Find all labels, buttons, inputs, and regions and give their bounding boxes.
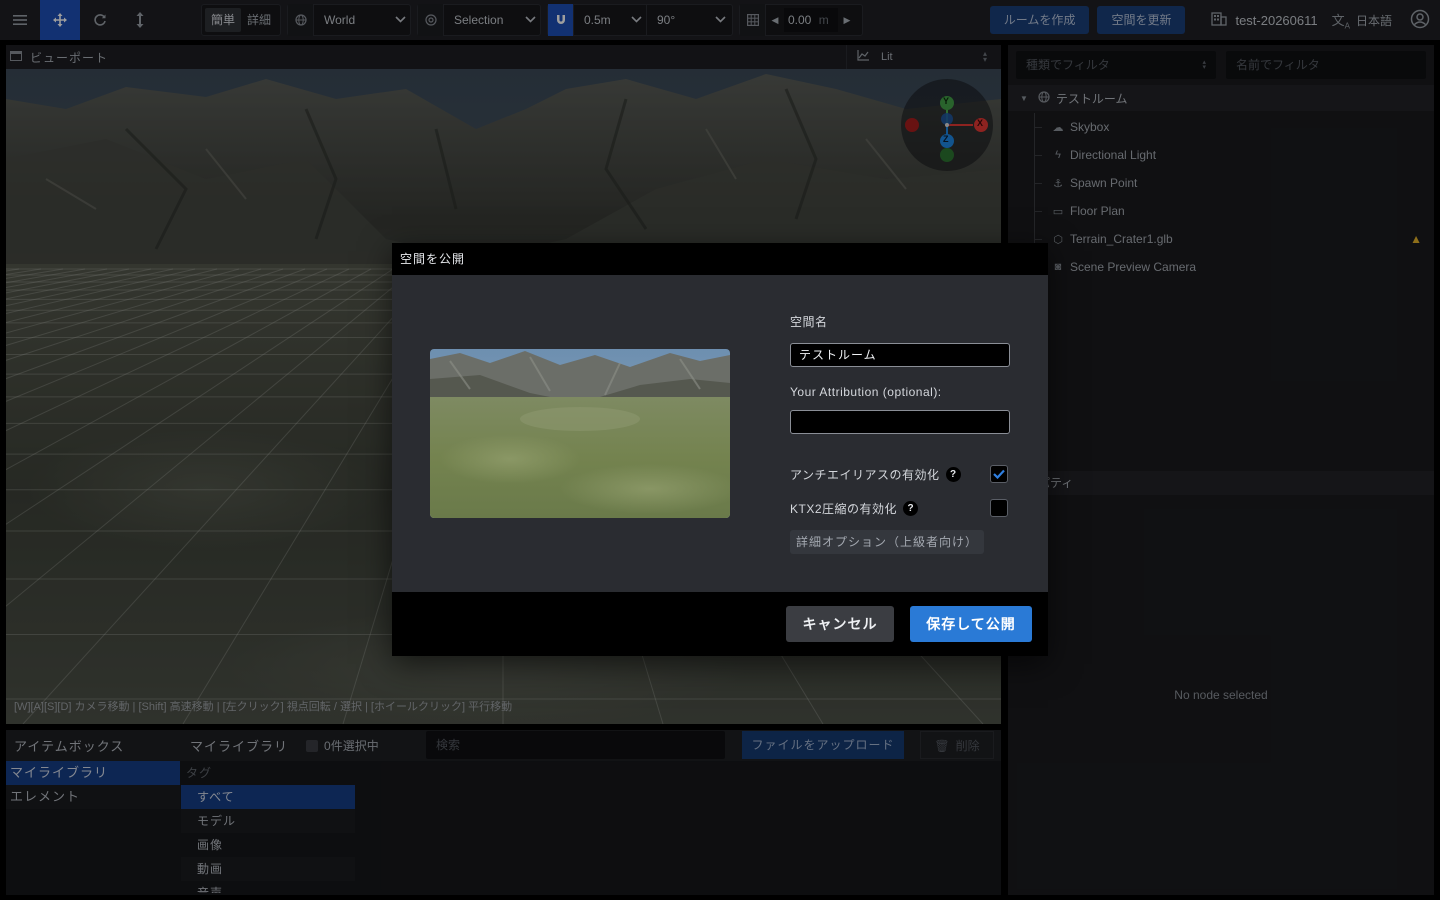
help-icon[interactable]: ?: [903, 500, 919, 516]
cancel-button[interactable]: キャンセル: [786, 606, 894, 642]
attribution-input[interactable]: [790, 410, 1010, 434]
advanced-row: 詳細オプション（上級者向け）: [790, 530, 1010, 554]
publish-form: 空間名 テストルーム Your Attribution (optional): …: [790, 313, 1010, 554]
antialias-label: アンチエイリアスの有効化: [790, 467, 940, 482]
dialog-footer: キャンセル 保存して公開: [392, 592, 1048, 656]
ktx2-label: KTX2圧縮の有効化: [790, 501, 898, 516]
ktx2-row: KTX2圧縮の有効化 ?: [790, 498, 1010, 518]
attribution-label: Your Attribution (optional):: [790, 385, 942, 399]
advanced-options-button[interactable]: 詳細オプション（上級者向け）: [790, 530, 985, 554]
antialias-checkbox[interactable]: [990, 465, 1008, 483]
checkmark-icon: [993, 469, 1005, 479]
dialog-title: 空間を公開: [392, 243, 1048, 275]
space-name-input[interactable]: テストルーム: [790, 343, 1010, 367]
ktx2-checkbox[interactable]: [990, 499, 1008, 517]
scene-preview-image: [430, 349, 730, 518]
publish-dialog: 空間を公開 空間名 テストルーム Your Attribution (optio…: [392, 243, 1048, 656]
help-icon[interactable]: ?: [945, 466, 961, 482]
antialias-row: アンチエイリアスの有効化 ?: [790, 464, 1010, 484]
space-name-label: 空間名: [790, 315, 828, 329]
save-publish-button[interactable]: 保存して公開: [910, 606, 1032, 642]
